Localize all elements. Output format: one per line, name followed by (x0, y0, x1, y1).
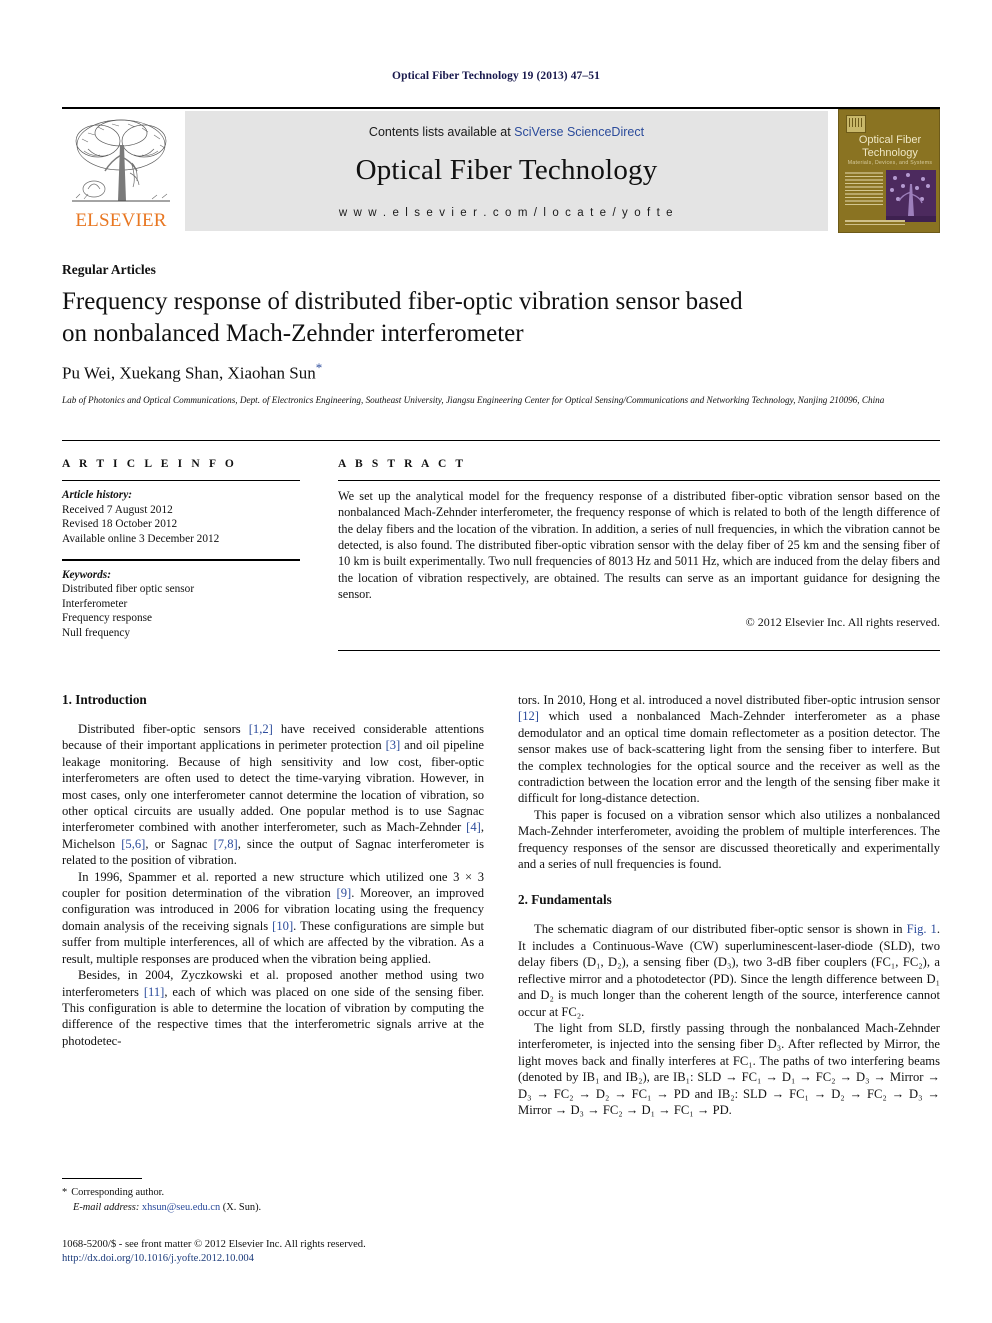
citation-4[interactable]: [4] (466, 820, 481, 834)
article-info-rule (62, 480, 300, 482)
fundamentals-paragraph-1: The schematic diagram of our distributed… (518, 921, 940, 1019)
title-line-2: on nonbalanced Mach-Zehnder interferomet… (62, 320, 524, 347)
p1-e: , or Sagnac (145, 836, 214, 851)
keyword-3: Frequency response (62, 612, 153, 625)
cover-tree-graphic (886, 173, 936, 222)
masthead: ELSEVIER Contents lists available at Sci… (62, 109, 940, 233)
citation-7-8[interactable]: [7,8] (214, 837, 238, 851)
rp1-b: which used a nonbalanced Mach-Zehnder in… (518, 709, 940, 806)
body-column-left: 1. Introduction Distributed fiber-optic … (62, 692, 484, 1049)
publisher-footer: 1068-5200/$ - see front matter © 2012 El… (62, 1238, 532, 1266)
sciencedirect-link[interactable]: SciVerse ScienceDirect (514, 125, 644, 139)
citation-3[interactable]: [3] (386, 738, 401, 752)
email-label: E-mail address: (73, 1201, 140, 1213)
citation-12[interactable]: [12] (518, 709, 539, 723)
author-list: Pu Wei, Xuekang Shan, Xiaohan Sun* (62, 360, 902, 384)
author-email-link[interactable]: xhsun@seu.edu.cn (142, 1202, 220, 1213)
keyword-4: Null frequency (62, 626, 131, 639)
article-section-kind: Regular Articles (62, 262, 156, 277)
cover-footer-lines (845, 220, 905, 227)
body-column-right: tors. In 2010, Hong et al. introduced a … (518, 692, 940, 1118)
running-head: Optical Fiber Technology 19 (2013) 47–51 (392, 70, 600, 82)
article-history-label: Article history: (62, 489, 132, 502)
footnote-block: * Corresponding author. E-mail address: x… (62, 1186, 482, 1215)
article-info-heading: A R T I C L E I N F O (62, 458, 237, 470)
footnote-rule (62, 1178, 142, 1180)
intro-paragraph-2: In 1996, Spammer et al. reported a new s… (62, 869, 484, 967)
abstract-bottom-rule (338, 650, 940, 652)
citation-1-2[interactable]: [1,2] (249, 722, 273, 736)
heading-fundamentals: 2. Fundamentals (518, 892, 612, 908)
keywords-label: Keywords: (62, 568, 111, 581)
abstract-column: A B S T R A C T We set up the analytical… (338, 458, 940, 630)
intro-paragraph-1: Distributed fiber-optic sensors [1,2] ha… (62, 721, 484, 869)
contents-prefix: Contents lists available at (368, 125, 515, 139)
issn-copyright-line: 1068-5200/$ - see front matter © 2012 El… (62, 1239, 366, 1250)
citation-10[interactable]: [10] (272, 919, 293, 933)
cover-title: Optical Fiber Technology (844, 134, 936, 159)
p1-c: and oil pipeline leakage monitoring. Bec… (62, 738, 484, 835)
history-received: Received 7 August 2012 (62, 503, 173, 516)
fp1-a: The schematic diagram of our distributed… (534, 922, 907, 937)
cover-text-lines (845, 172, 883, 207)
intro-paragraph-3: Besides, in 2004, Zyczkowski et al. prop… (62, 967, 484, 1049)
cover-title-line1: Optical Fiber (858, 134, 922, 146)
cover-artwork (886, 170, 936, 222)
author-names: Pu Wei, Xuekang Shan, Xiaohan Sun (62, 363, 316, 383)
history-available-online: Available online 3 December 2012 (62, 532, 220, 545)
elsevier-wordmark: ELSEVIER (75, 210, 167, 231)
journal-title: Optical Fiber Technology (355, 154, 658, 186)
citation-11[interactable]: [11] (144, 985, 165, 999)
abstract-copyright: © 2012 Elsevier Inc. All rights reserved… (745, 615, 940, 630)
citation-5-6[interactable]: [5,6] (121, 837, 145, 851)
heading-introduction: 1. Introduction (62, 692, 147, 707)
cover-subtitle: Materials, Devices, and Systems (847, 160, 933, 166)
figure-1-reference[interactable]: Fig. 1 (907, 922, 937, 936)
article-info-column: A R T I C L E I N F O Article history: R… (62, 458, 300, 641)
page-title: Frequency response of distributed fiber-… (62, 286, 902, 350)
keyword-2: Interferometer (62, 597, 128, 610)
email-owner: (X. Sun). (222, 1201, 262, 1213)
cover-elsevier-mark (846, 115, 866, 133)
footnote-star: * (62, 1187, 68, 1198)
abstract-text: We set up the analytical model for the f… (338, 489, 940, 601)
journal-homepage-url[interactable]: w w w . e l s e v i e r . c o m / l o c … (185, 207, 828, 219)
fp1-b: . It includes a Continuous-Wave (CW) sup… (518, 922, 940, 1019)
p1-a: Distributed fiber-optic sensors (78, 722, 249, 736)
corresponding-author-note: Corresponding author. (71, 1187, 165, 1198)
rp1-a: tors. In 2010, Hong et al. introduced a … (518, 693, 940, 707)
article-page: Optical Fiber Technology 19 (2013) 47–51 (0, 0, 992, 1323)
history-revised: Revised 18 October 2012 (62, 518, 178, 531)
head-bottom-rule (62, 440, 940, 442)
elsevier-tree-icon (72, 119, 170, 202)
cover-title-line2: Technology (862, 146, 918, 159)
corresponding-author-marker: * (315, 360, 323, 375)
affiliation: Lab of Photonics and Optical Communicati… (62, 395, 885, 405)
title-line-1: Frequency response of distributed fiber-… (62, 288, 743, 315)
journal-cover-thumbnail: Optical Fiber Technology Materials, Devi… (838, 109, 940, 233)
elsevier-logo: ELSEVIER (62, 111, 180, 231)
doi-link[interactable]: http://dx.doi.org/10.1016/j.yofte.2012.1… (62, 1252, 532, 1266)
keywords-block: Keywords: Distributed fiber optic sensor… (62, 568, 300, 641)
keywords-rule (62, 559, 300, 561)
keyword-1: Distributed fiber optic sensor (62, 583, 195, 596)
contents-available-line: Contents lists available at SciVerse Sci… (185, 125, 828, 139)
fundamentals-paragraph-2: The light from SLD, firstly passing thro… (518, 1020, 940, 1117)
right-paragraph-2: This paper is focused on a vibration sen… (518, 807, 940, 872)
right-paragraph-1: tors. In 2010, Hong et al. introduced a … (518, 692, 940, 807)
abstract-heading: A B S T R A C T (338, 458, 467, 470)
citation-9[interactable]: [9] (337, 886, 352, 900)
article-history-block: Article history: Received 7 August 2012 … (62, 488, 300, 546)
masthead-contents-box: Contents lists available at SciVerse Sci… (185, 111, 828, 231)
abstract-rule (338, 480, 940, 482)
